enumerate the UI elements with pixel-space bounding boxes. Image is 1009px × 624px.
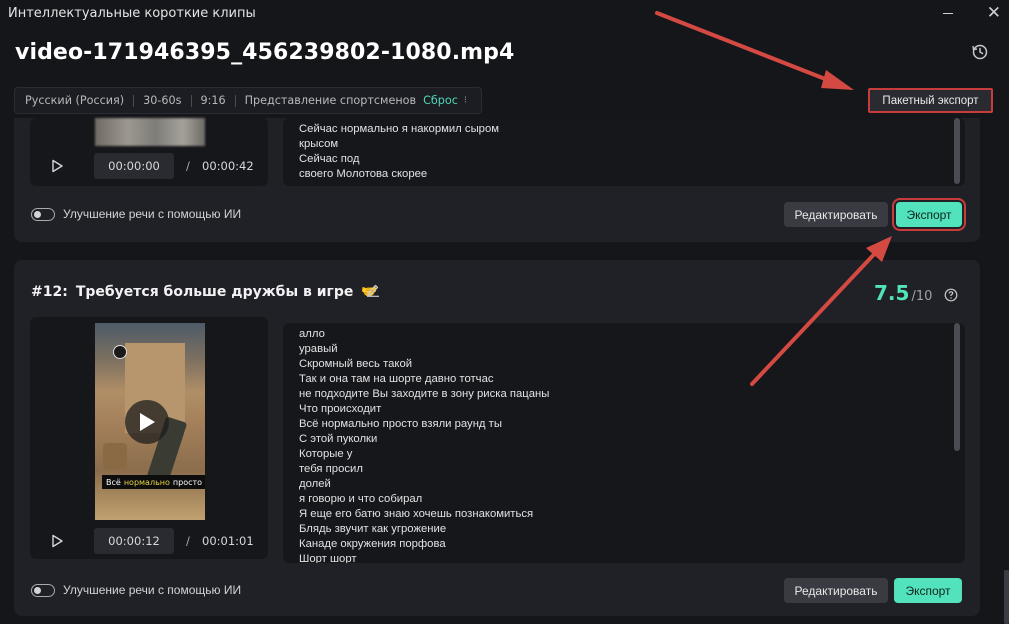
filter-duration[interactable]: 30-60s — [143, 94, 181, 107]
transcript-line: уравый — [299, 343, 338, 355]
filter-divider — [133, 94, 135, 107]
play-icon[interactable] — [50, 159, 64, 173]
transcript-line: алло — [299, 328, 325, 340]
caption-word-highlighted: нормально — [123, 477, 170, 487]
minimize-icon[interactable] — [943, 13, 953, 14]
transcript-line: Что происходит — [299, 403, 382, 415]
speech-enhance-label: Улучшение речи с помощью ИИ — [63, 583, 242, 597]
transcript-line: я говорю и что собирал — [299, 493, 423, 505]
time-separator: / — [186, 159, 190, 173]
transcript-line: Которые у — [299, 448, 353, 460]
transcript-line: Шорт шорт — [299, 553, 357, 563]
clip-number: #12: — [31, 284, 68, 300]
transcript-line: не подходите Вы заходите в зону риска па… — [299, 388, 550, 400]
export-button[interactable]: Экспорт — [894, 578, 962, 603]
video-preview[interactable]: 00:00:00 / 00:00:42 — [30, 118, 268, 186]
clip-card: 00:00:00 / 00:00:42 Сейчас нормально я н… — [14, 118, 980, 242]
page-scrollbar[interactable] — [1004, 570, 1009, 624]
transcript-box[interactable]: Сейчас нормально я накормил сыром крысом… — [283, 118, 965, 186]
caption-word: Всё — [106, 477, 121, 487]
video-thumbnail[interactable]: Всё нормально просто — [95, 323, 205, 520]
score-max: /10 — [911, 289, 933, 304]
speech-enhance-toggle[interactable] — [31, 584, 55, 597]
time-separator: / — [186, 534, 190, 548]
export-button[interactable]: Экспорт — [892, 198, 966, 231]
subtitle-caption: Всё нормально просто — [102, 475, 205, 489]
filter-theme[interactable]: Представление спортсменов — [245, 94, 416, 107]
speech-enhance-label: Улучшение речи с помощью ИИ — [63, 207, 242, 221]
clip-title-text: Требуется больше дружбы в игре — [75, 284, 354, 300]
reset-button[interactable]: Сброс — [423, 94, 458, 107]
current-time: 00:00:12 — [94, 528, 174, 554]
help-icon[interactable] — [944, 288, 958, 302]
transcript-box[interactable]: алло уравый Скромный весь такой Так и он… — [283, 323, 965, 563]
filter-bar[interactable]: Русский (Россия) 30-60s 9:16 Представлен… — [14, 87, 482, 114]
history-icon[interactable] — [971, 43, 989, 61]
transcript-scrollbar[interactable] — [954, 118, 960, 184]
transcript-line: Так и она там на шорте давно тотчас — [299, 373, 494, 385]
transcript-line: Скромный весь такой — [299, 358, 413, 370]
caption-word: просто — [172, 477, 203, 487]
speech-enhance-toggle[interactable] — [31, 208, 55, 221]
total-time: 00:00:42 — [202, 159, 254, 173]
total-time: 00:01:01 — [202, 534, 254, 548]
transcript-line: тебя просил — [299, 463, 363, 475]
filter-aspect[interactable]: 9:16 — [201, 94, 226, 107]
pencil-icon[interactable] — [366, 283, 380, 297]
transcript-line: долей — [299, 478, 331, 490]
more-options-icon[interactable]: ⁝ — [464, 95, 467, 106]
clip-score: 7.5 /10 — [874, 281, 932, 305]
transcript-line: Сейчас нормально я накормил сыром — [299, 123, 500, 135]
score-value: 7.5 — [874, 281, 910, 305]
transcript-scrollbar[interactable] — [954, 323, 960, 451]
edit-button[interactable]: Редактировать — [784, 202, 888, 227]
window-title: Интеллектуальные короткие клипы — [8, 6, 256, 21]
clip-card: #12: Требуется больше дружбы в игре 🤝 7.… — [14, 260, 980, 616]
transcript-line: Канаде окружения порфова — [299, 538, 446, 550]
transcript-line: Всё нормально просто взяли раунд ты — [299, 418, 502, 430]
filter-language[interactable]: Русский (Россия) — [25, 94, 124, 107]
transcript-line: Блядь звучит как угрожение — [299, 523, 447, 535]
play-icon[interactable] — [50, 534, 64, 548]
filter-divider — [234, 94, 236, 107]
close-icon[interactable]: ✕ — [987, 3, 1001, 23]
clip-title: #12: Требуется больше дружбы в игре 🤝 — [31, 284, 378, 300]
video-filename: video-171946395_456239802-1080.mp4 — [15, 40, 515, 65]
transcript-line: С этой пуколки — [299, 433, 378, 445]
video-preview[interactable]: Всё нормально просто 00:00:12 / 00:01:01 — [30, 317, 268, 559]
video-thumbnail[interactable] — [95, 118, 205, 146]
thumbnail-scenery — [103, 443, 127, 469]
transcript-line: Сейчас под — [299, 153, 360, 165]
play-overlay-icon[interactable] — [125, 400, 169, 444]
window-titlebar: Интеллектуальные короткие клипы ✕ — [0, 0, 1009, 28]
current-time: 00:00:00 — [94, 153, 174, 179]
transcript-line: Я еще его батю знаю хочешь познакомиться — [299, 508, 534, 520]
channel-logo-icon — [113, 345, 127, 359]
edit-button[interactable]: Редактировать — [784, 578, 888, 603]
transcript-line: своего Молотова скорее — [299, 168, 428, 180]
batch-export-button[interactable]: Пакетный экспорт — [868, 88, 993, 113]
filter-divider — [190, 94, 192, 107]
transcript-line: крысом — [299, 138, 339, 150]
